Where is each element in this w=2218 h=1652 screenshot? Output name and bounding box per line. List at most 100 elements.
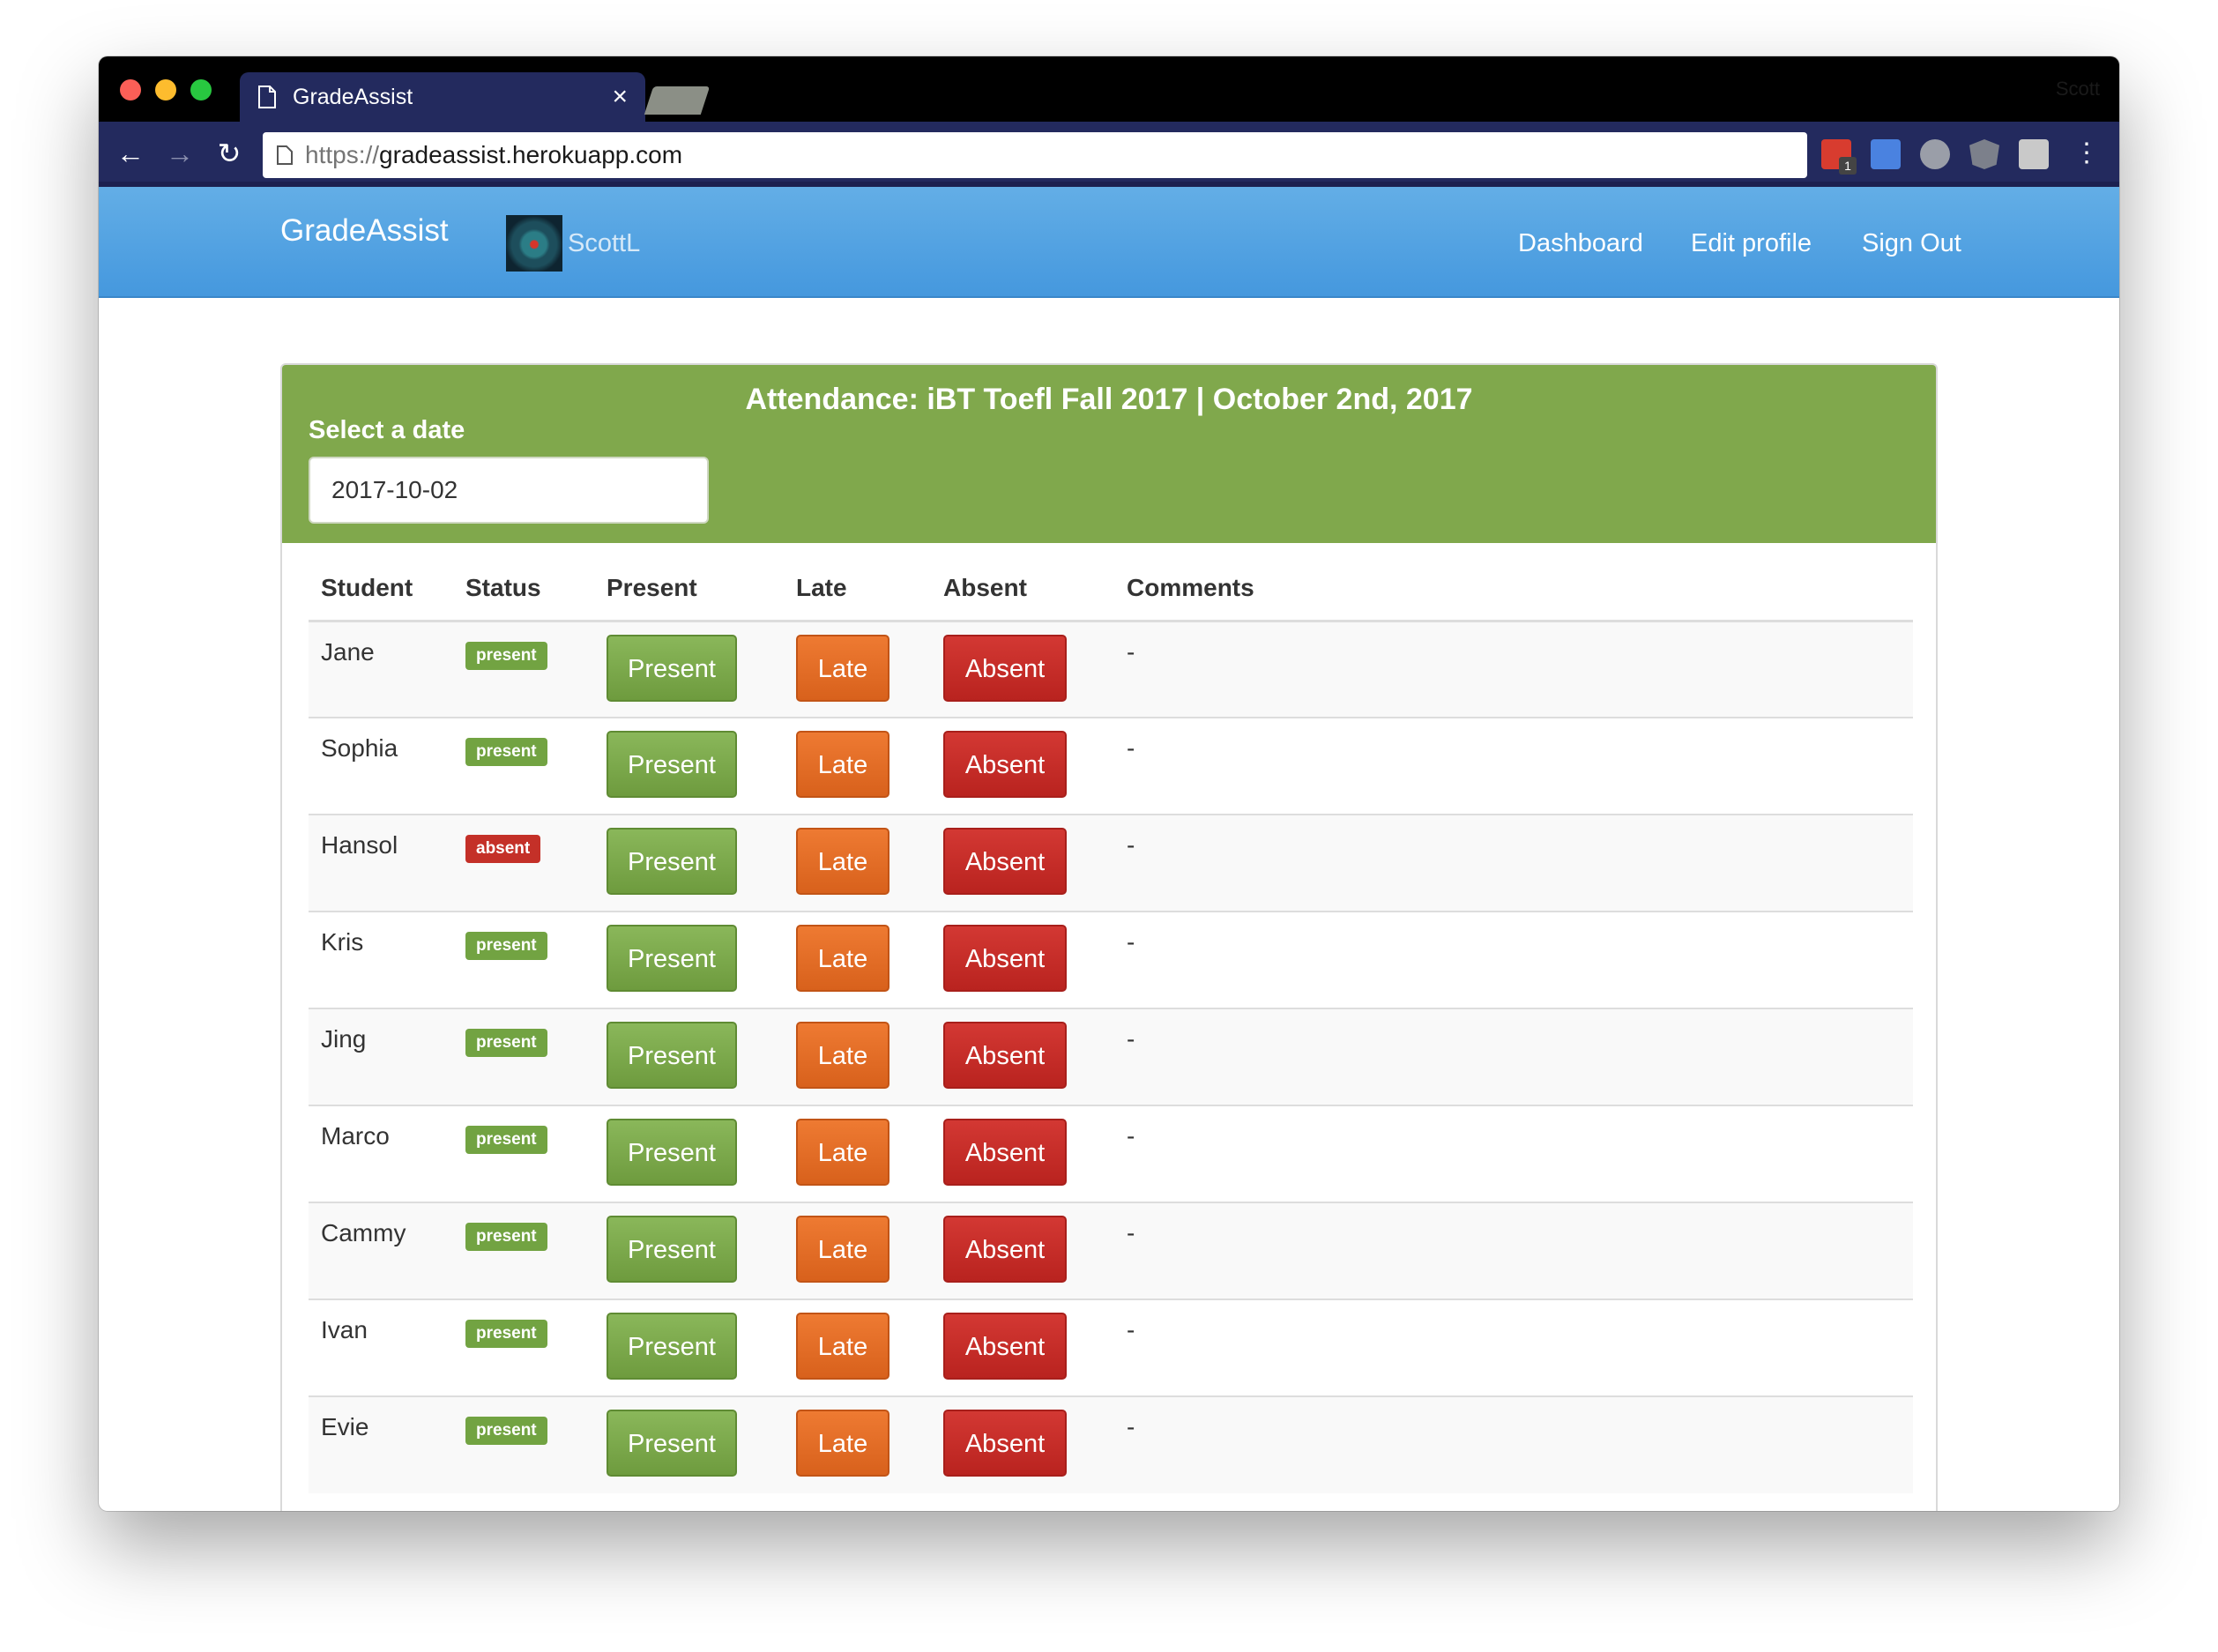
table-row: Ivan present Present Late Absent - xyxy=(309,1299,1913,1396)
app-navbar: GradeAssist ScottL Dashboard Edit profil… xyxy=(99,187,2119,298)
mark-absent-button[interactable]: Absent xyxy=(943,1410,1067,1477)
comments-cell: - xyxy=(1114,1202,1913,1299)
student-name: Jing xyxy=(321,1025,367,1053)
extension-badge: 1 xyxy=(1839,157,1857,175)
status-cell: present xyxy=(453,717,594,815)
tab-close-icon[interactable]: × xyxy=(612,84,628,110)
calendar-extension-icon[interactable]: 1 xyxy=(1821,139,1857,175)
avatar[interactable] xyxy=(506,215,562,272)
student-name-cell: Hansol xyxy=(309,814,453,912)
mark-absent-button[interactable]: Absent xyxy=(943,634,1067,702)
column-header-late: Late xyxy=(784,557,931,622)
back-arrow-icon[interactable]: ← xyxy=(115,138,146,169)
attendance-table: Student Status Present Late Absent Comme… xyxy=(309,557,1913,1493)
status-cell: present xyxy=(453,1105,594,1202)
mark-absent-button[interactable]: Absent xyxy=(943,1119,1067,1186)
mark-absent-button[interactable]: Absent xyxy=(943,925,1067,992)
attendance-panel: Attendance: iBT Toefl Fall 2017 | Octobe… xyxy=(280,363,1938,1511)
present-cell: Present xyxy=(594,1008,784,1105)
close-window-button[interactable] xyxy=(120,79,141,100)
table-row: Sophia present Present Late Absent - xyxy=(309,717,1913,815)
mark-absent-button[interactable]: Absent xyxy=(943,828,1067,895)
mark-present-button[interactable]: Present xyxy=(607,1216,737,1283)
status-cell: present xyxy=(453,911,594,1008)
late-cell: Late xyxy=(784,1395,931,1493)
mark-present-button[interactable]: Present xyxy=(607,828,737,895)
nav-dashboard-link[interactable]: Dashboard xyxy=(1518,229,1643,258)
mark-present-button[interactable]: Present xyxy=(607,925,737,992)
puzzle-extension-icon[interactable] xyxy=(2019,139,2049,169)
status-badge: present xyxy=(465,738,547,766)
table-header-row: Student Status Present Late Absent Comme… xyxy=(309,557,1913,622)
reload-icon[interactable]: ↻ xyxy=(213,138,245,169)
nav-edit-profile-link[interactable]: Edit profile xyxy=(1691,229,1812,258)
comment-text: - xyxy=(1127,734,1135,762)
date-label: Select a date xyxy=(309,416,465,444)
mark-present-button[interactable]: Present xyxy=(607,1022,737,1089)
mark-late-button[interactable]: Late xyxy=(796,634,889,702)
mark-late-button[interactable]: Late xyxy=(796,925,889,992)
table-row: Evie present Present Late Absent - xyxy=(309,1395,1913,1493)
comments-cell: - xyxy=(1114,620,1913,718)
late-cell: Late xyxy=(784,911,931,1008)
absent-cell: Absent xyxy=(931,1395,1114,1493)
maximize-window-button[interactable] xyxy=(190,79,212,100)
table-row: Jane present Present Late Absent - xyxy=(309,620,1913,718)
forward-arrow-icon[interactable]: → xyxy=(164,138,196,169)
comments-cell: - xyxy=(1114,814,1913,912)
comment-text: - xyxy=(1127,928,1135,956)
student-name: Kris xyxy=(321,928,364,956)
nav-sign-out-link[interactable]: Sign Out xyxy=(1862,229,1961,258)
mark-absent-button[interactable]: Absent xyxy=(943,1313,1067,1380)
mark-late-button[interactable]: Late xyxy=(796,1119,889,1186)
comment-text: - xyxy=(1127,1316,1135,1343)
status-badge: present xyxy=(465,1029,547,1057)
username-link[interactable]: ScottL xyxy=(568,229,640,258)
column-header-present: Present xyxy=(594,557,784,622)
student-name: Hansol xyxy=(321,831,398,859)
comments-cell: - xyxy=(1114,1299,1913,1396)
address-bar[interactable]: https:// gradeassist.herokuapp.com xyxy=(263,132,1807,178)
mark-present-button[interactable]: Present xyxy=(607,1410,737,1477)
page-title: Attendance: iBT Toefl Fall 2017 | Octobe… xyxy=(745,383,1473,416)
status-badge: present xyxy=(465,1320,547,1348)
mark-present-button[interactable]: Present xyxy=(607,731,737,798)
present-cell: Present xyxy=(594,1395,784,1493)
page-info-icon[interactable] xyxy=(277,145,293,165)
browser-menu-icon[interactable]: ⋮ xyxy=(2073,134,2100,173)
status-badge: present xyxy=(465,1417,547,1445)
comments-cell: - xyxy=(1114,717,1913,815)
mark-late-button[interactable]: Late xyxy=(796,828,889,895)
mark-present-button[interactable]: Present xyxy=(607,1313,737,1380)
mark-late-button[interactable]: Late xyxy=(796,1022,889,1089)
mark-absent-button[interactable]: Absent xyxy=(943,731,1067,798)
status-cell: present xyxy=(453,1299,594,1396)
tab-gradeassist[interactable]: GradeAssist × xyxy=(240,72,645,122)
table-row: Kris present Present Late Absent - xyxy=(309,911,1913,1008)
browser-profile-name[interactable]: Scott xyxy=(2056,78,2100,100)
lightbulb-extension-icon[interactable] xyxy=(1920,139,1950,169)
mark-late-button[interactable]: Late xyxy=(796,1410,889,1477)
comment-text: - xyxy=(1127,1025,1135,1053)
comment-text: - xyxy=(1127,1122,1135,1150)
minimize-window-button[interactable] xyxy=(155,79,176,100)
late-cell: Late xyxy=(784,620,931,718)
mark-late-button[interactable]: Late xyxy=(796,1313,889,1380)
mark-present-button[interactable]: Present xyxy=(607,634,737,702)
date-input[interactable] xyxy=(309,457,709,524)
student-name-cell: Jane xyxy=(309,620,453,718)
mark-present-button[interactable]: Present xyxy=(607,1119,737,1186)
late-cell: Late xyxy=(784,814,931,912)
angular-extension-icon[interactable] xyxy=(1969,139,1999,169)
translate-extension-icon[interactable] xyxy=(1871,139,1901,169)
brand-link[interactable]: GradeAssist xyxy=(280,213,449,249)
mark-absent-button[interactable]: Absent xyxy=(943,1216,1067,1283)
mark-late-button[interactable]: Late xyxy=(796,731,889,798)
present-cell: Present xyxy=(594,620,784,718)
present-cell: Present xyxy=(594,1202,784,1299)
new-tab-button[interactable] xyxy=(644,86,711,115)
mark-absent-button[interactable]: Absent xyxy=(943,1022,1067,1089)
mark-late-button[interactable]: Late xyxy=(796,1216,889,1283)
absent-cell: Absent xyxy=(931,717,1114,815)
tab-title: GradeAssist xyxy=(293,84,413,109)
